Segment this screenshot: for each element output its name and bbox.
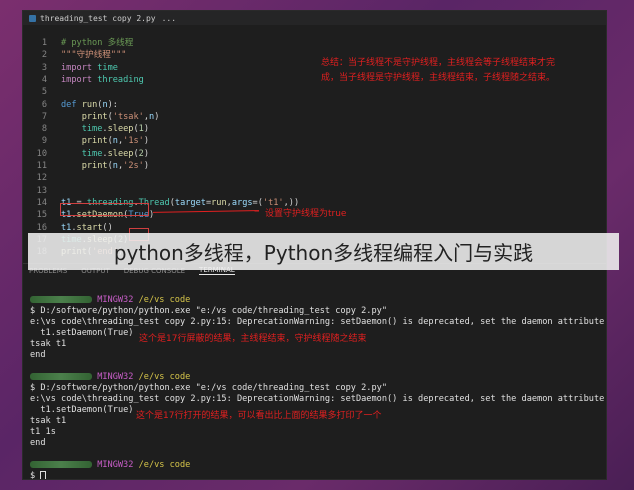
final-prompt[interactable]: $ bbox=[30, 471, 47, 479]
setdaemon-highlight bbox=[60, 203, 149, 216]
code-text: time.sleep(1) bbox=[81, 124, 150, 135]
command-line: $ D:/softwore/python/python.exe "e:/vs c… bbox=[30, 306, 387, 316]
code-text: print(n,'1s') bbox=[81, 136, 150, 147]
editor-tab[interactable]: threading_test copy 2.py ... bbox=[23, 11, 606, 25]
line-number: 14 bbox=[36, 197, 47, 208]
code-line[interactable]: 6 def run(n): bbox=[23, 99, 606, 111]
code-text: import threading bbox=[61, 74, 144, 85]
line-number: 2 bbox=[41, 50, 47, 61]
line-number: 11 bbox=[36, 161, 47, 171]
warning-detail: t1.setDaemon(True) bbox=[30, 405, 134, 415]
code-line[interactable]: 16 t1.start() bbox=[23, 222, 606, 234]
code-editor[interactable]: 18print('end')17time.sleep(2)16t1.start(… bbox=[23, 25, 606, 257]
code-text: # python 多线程 bbox=[61, 38, 134, 48]
prompt-line: MINGW32 /e/vs code bbox=[30, 460, 190, 471]
code-line[interactable]: 7 print('tsak',n) bbox=[23, 111, 606, 123]
title-banner: python多线程，Python多线程编程入门与实践 bbox=[28, 233, 619, 270]
warning-line: e:\vs code\threading_test copy 2.py:15: … bbox=[30, 317, 607, 327]
code-text: def run(n): bbox=[61, 99, 118, 110]
output-line: tsak t1 bbox=[30, 339, 67, 349]
line-number: 1 bbox=[41, 38, 47, 48]
python-file-icon bbox=[29, 14, 36, 22]
prompt-line: MINGW32 /e/vs code bbox=[30, 295, 190, 306]
command-line: $ D:/softwore/python/python.exe "e:/vs c… bbox=[30, 383, 387, 393]
line-number: 7 bbox=[41, 111, 47, 122]
line-number: 5 bbox=[41, 87, 47, 98]
code-line[interactable]: 1 # python 多线程 bbox=[23, 37, 606, 49]
run2-note: 这个是17行打开的结果，可以看出比上面的结果多打印了一个 bbox=[136, 411, 382, 421]
line-number: 8 bbox=[41, 124, 47, 135]
code-text: time.sleep(2) bbox=[81, 148, 150, 159]
line-number: 3 bbox=[41, 62, 47, 73]
code-text: import time bbox=[61, 62, 118, 73]
line-number: 15 bbox=[36, 210, 47, 221]
terminal-panel[interactable]: MINGW32 /e/vs code $ D:/softwore/python/… bbox=[23, 277, 606, 479]
code-text: t1.start() bbox=[61, 222, 113, 233]
line-number: 10 bbox=[36, 148, 47, 159]
line-number: 16 bbox=[36, 222, 47, 233]
output-line: end bbox=[30, 350, 46, 360]
redacted-user bbox=[30, 296, 92, 303]
code-line[interactable]: 12 bbox=[23, 172, 606, 184]
line-number: 6 bbox=[41, 99, 47, 110]
warning-detail: t1.setDaemon(True) bbox=[30, 328, 134, 338]
code-line[interactable]: 9 print(n,'1s') bbox=[23, 135, 606, 147]
code-line[interactable]: 8 time.sleep(1) bbox=[23, 123, 606, 135]
line-number: 12 bbox=[36, 173, 47, 184]
code-line[interactable]: 5 bbox=[23, 86, 606, 98]
line-number: 9 bbox=[41, 136, 47, 147]
code-text: """守护线程""" bbox=[61, 50, 127, 61]
tab-more[interactable]: ... bbox=[162, 14, 176, 23]
line-number: 4 bbox=[41, 74, 47, 85]
line-number: 13 bbox=[36, 185, 47, 196]
warning-line: e:\vs code\threading_test copy 2.py:15: … bbox=[30, 394, 607, 404]
code-text: print('tsak',n) bbox=[81, 111, 160, 122]
run1-note: 这个是17行屏蔽的结果，主线程结束，守护线程随之结束 bbox=[139, 334, 367, 344]
code-line[interactable]: 13 bbox=[23, 185, 606, 197]
code-line[interactable]: 11 print(n,'2s') bbox=[23, 160, 606, 172]
output-line: tsak t1 bbox=[30, 416, 67, 426]
summary-note-line1: 总结：当子线程不是守护线程，主线程会等子线程结束才完 bbox=[321, 58, 556, 68]
prompt-line: MINGW32 /e/vs code bbox=[30, 372, 190, 383]
summary-note-line2: 成，当子线程是守护线程，主线程结束，子线程随之结束。 bbox=[321, 73, 556, 83]
output-line: t1 1s bbox=[30, 427, 56, 437]
terminal-cursor bbox=[40, 471, 47, 479]
code-text: print(n,'2s') bbox=[81, 161, 150, 171]
tab-title: threading_test copy 2.py bbox=[40, 13, 156, 23]
output-line: end bbox=[30, 438, 46, 448]
redacted-user bbox=[30, 461, 92, 468]
redacted-user bbox=[30, 373, 92, 380]
daemon-note: 设置守护线程为true bbox=[265, 209, 347, 219]
code-line[interactable]: 10 time.sleep(2) bbox=[23, 148, 606, 160]
